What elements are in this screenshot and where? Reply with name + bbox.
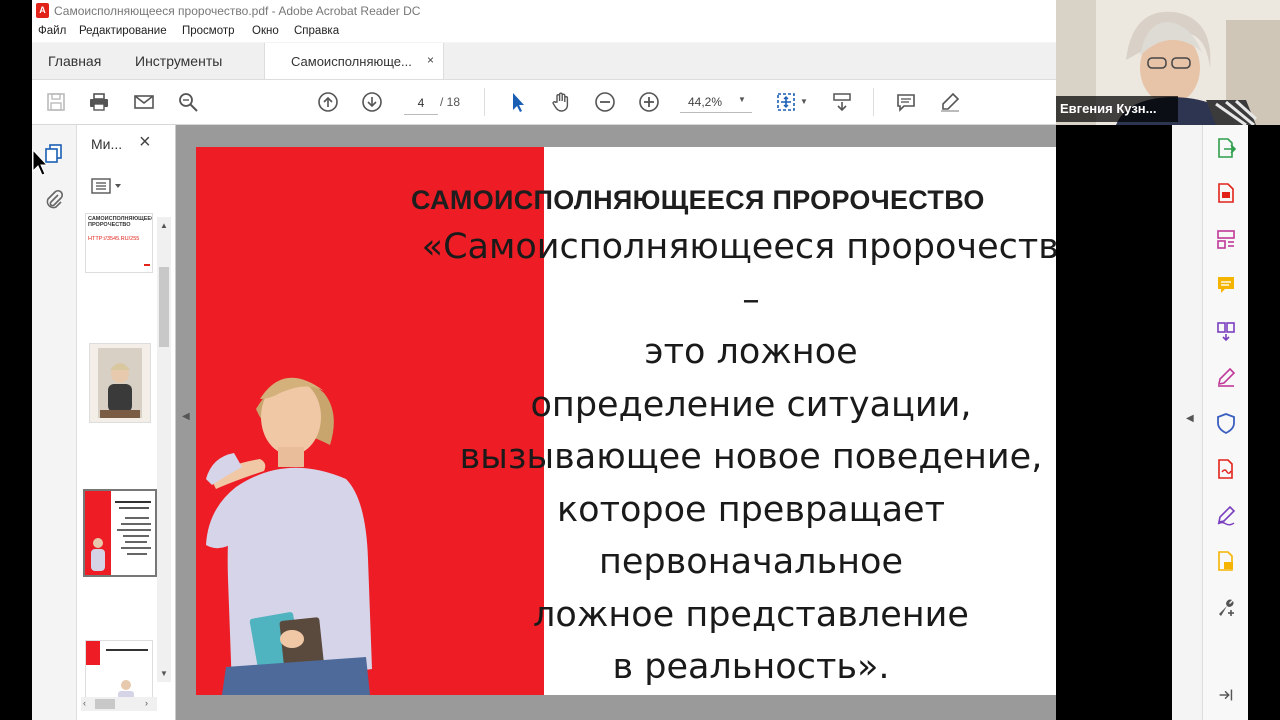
page-thumbnail-2[interactable]	[89, 343, 151, 423]
scroll-down-icon[interactable]: ▼	[160, 669, 168, 678]
mouse-cursor-icon	[32, 149, 48, 176]
horizontal-scroll-thumb[interactable]	[95, 699, 115, 709]
list-options-icon	[91, 178, 121, 194]
document-view[interactable]: ◀ САМОИСПОЛНЯЮЩЕЕСЯ ПРОРОЧЕСТВО «Самоисп…	[176, 125, 1056, 720]
tab-tools[interactable]: Инструменты	[135, 53, 222, 69]
zoom-level-dropdown[interactable]: 44,2% ▼	[680, 92, 752, 113]
thumbnail-1-title: САМОИСПОЛНЯЮЩЕЕСЯ ПРОРОЧЕСТВО	[88, 216, 153, 228]
email-icon[interactable]	[131, 89, 157, 115]
menu-view[interactable]: Просмотр	[182, 25, 235, 37]
acrobat-window: A Самоисполняющееся пророчество.pdf - Ad…	[32, 0, 1056, 720]
comment-icon[interactable]	[893, 89, 919, 115]
scroll-up-icon[interactable]: ▲	[160, 221, 168, 230]
thumbnail-options-menu[interactable]	[91, 177, 127, 195]
thumbnails-scroll-thumb[interactable]	[159, 267, 169, 347]
search-icon[interactable]	[175, 89, 201, 115]
hand-tool-icon[interactable]	[548, 89, 574, 115]
thumbnails-panel-close-button[interactable]: ×	[139, 131, 151, 154]
tab-document-label: Самоисполняюще...	[291, 54, 412, 69]
menu-edit[interactable]: Редактирование	[79, 25, 167, 37]
toolbar-divider	[484, 88, 485, 116]
print-icon[interactable]	[86, 89, 112, 115]
tab-document[interactable]: Самоисполняюще... ×	[264, 43, 444, 79]
slide-title: САМОИСПОЛНЯЮЩЕЕСЯ ПРОРОЧЕСТВО	[411, 185, 985, 215]
thumbnails-scrollbar[interactable]: ▲ ▼	[157, 217, 171, 682]
menu-help[interactable]: Справка	[294, 25, 339, 37]
thumbnail-2-photo	[90, 344, 150, 422]
next-page-icon[interactable]	[359, 89, 385, 115]
collapse-left-panel-icon[interactable]: ◀	[182, 411, 190, 422]
right-tools-pane: ◀	[1172, 125, 1249, 720]
thumbnails-panel: Ми... × САМОИСПОЛНЯЮЩЕЕСЯ ПРОРОЧЕСТВО HT…	[77, 125, 176, 720]
webcam-video-tile[interactable]: Евгения Кузн...	[1056, 0, 1280, 125]
thumbnails-horizontal-scrollbar[interactable]: ‹ ›	[81, 697, 157, 711]
organize-pages-icon[interactable]	[1213, 226, 1239, 252]
tab-home[interactable]: Главная	[48, 53, 101, 69]
slide-quote-line-7: первоначальное	[599, 542, 903, 582]
slide-quote: «Самоисполняющееся пророчество – это лож…	[196, 221, 1056, 694]
sign-pen-icon[interactable]	[1213, 502, 1239, 528]
thumbnails-panel-title: Ми...	[91, 136, 123, 152]
slide-quote-line-6: которое превращает	[557, 489, 945, 530]
scroll-right-icon[interactable]: ›	[145, 698, 148, 708]
menu-file[interactable]: Файл	[38, 25, 66, 37]
screen-border-left	[0, 0, 32, 720]
scroll-mode-icon[interactable]	[829, 89, 855, 115]
zoom-in-icon[interactable]	[636, 89, 662, 115]
previous-page-icon[interactable]	[315, 89, 341, 115]
more-tools-icon[interactable]	[1213, 594, 1239, 620]
slide-quote-line-3: это ложное	[644, 332, 858, 372]
stamp-icon[interactable]	[1213, 548, 1239, 574]
main-toolbar: / 18 44,2% ▼ ▼	[32, 80, 1056, 125]
tab-bar: Главная Инструменты Самоисполняюще... ×	[32, 43, 1056, 80]
save-icon[interactable]	[43, 89, 69, 115]
slide-quote-line-9: в реальность».	[612, 647, 890, 687]
slide-quote-line-5: вызывающее новое поведение,	[459, 437, 1043, 477]
page-thumbnail-4-current[interactable]	[83, 489, 157, 577]
page-thumbnail-1[interactable]: САМОИСПОЛНЯЮЩЕЕСЯ ПРОРОЧЕСТВО HTTP://354…	[85, 213, 153, 273]
thumbnail-4-slide	[85, 491, 155, 575]
thumbnail-1-link: HTTP://3545.RU/255	[88, 236, 140, 242]
fit-page-chevron-icon[interactable]: ▼	[800, 97, 808, 106]
toolbar-divider	[873, 88, 874, 116]
menu-bar: Файл Редактирование Просмотр Окно Справк…	[32, 22, 1056, 42]
comment-tool-icon[interactable]	[1213, 272, 1239, 298]
tab-close-button[interactable]: ×	[427, 53, 434, 67]
page-total: / 18	[440, 95, 461, 109]
collapse-tools-icon[interactable]	[1213, 682, 1239, 708]
thumbnail-5-slide	[86, 641, 152, 699]
select-cursor-icon[interactable]	[505, 89, 531, 115]
send-for-signature-icon[interactable]	[1213, 456, 1239, 482]
fit-page-icon[interactable]	[773, 89, 799, 115]
slide-quote-line-4: определение ситуации,	[530, 384, 972, 425]
tools-strip	[1202, 125, 1249, 720]
create-pdf-icon[interactable]	[1213, 180, 1239, 206]
chevron-down-icon: ▼	[738, 95, 746, 104]
combine-files-icon[interactable]	[1213, 318, 1239, 344]
fill-sign-icon[interactable]	[1213, 364, 1239, 390]
collapse-right-pane-icon[interactable]: ◀	[1186, 413, 1194, 424]
page-thumbnail-5[interactable]	[85, 640, 153, 700]
pdf-page: САМОИСПОЛНЯЮЩЕЕСЯ ПРОРОЧЕСТВО «Самоиспол…	[196, 147, 1056, 695]
menu-window[interactable]: Окно	[252, 25, 279, 37]
title-bar: A Самоисполняющееся пророчество.pdf - Ad…	[32, 0, 1056, 23]
export-pdf-icon[interactable]	[1213, 135, 1239, 161]
attachments-icon[interactable]	[42, 187, 66, 211]
scroll-left-icon[interactable]: ‹	[83, 698, 86, 708]
screen-border-right	[1248, 125, 1280, 720]
acrobat-logo-icon: A	[36, 3, 49, 18]
thumbnail-1-accent	[144, 264, 150, 266]
page-number-input[interactable]	[404, 92, 438, 115]
slide-quote-line-8: ложное представление	[533, 594, 969, 635]
highlight-pen-icon[interactable]	[937, 89, 963, 115]
left-navigation-rail	[32, 125, 77, 720]
slide-quote-line-1: «Самоисполняющееся пророчество	[421, 227, 1056, 267]
zoom-out-icon[interactable]	[592, 89, 618, 115]
protect-shield-icon[interactable]	[1213, 410, 1239, 436]
window-title: Самоисполняющееся пророчество.pdf - Adob…	[54, 4, 421, 18]
participant-name-label: Евгения Кузн...	[1056, 96, 1178, 122]
slide-quote-line-2: –	[742, 279, 760, 320]
zoom-level-value: 44,2%	[688, 95, 723, 109]
